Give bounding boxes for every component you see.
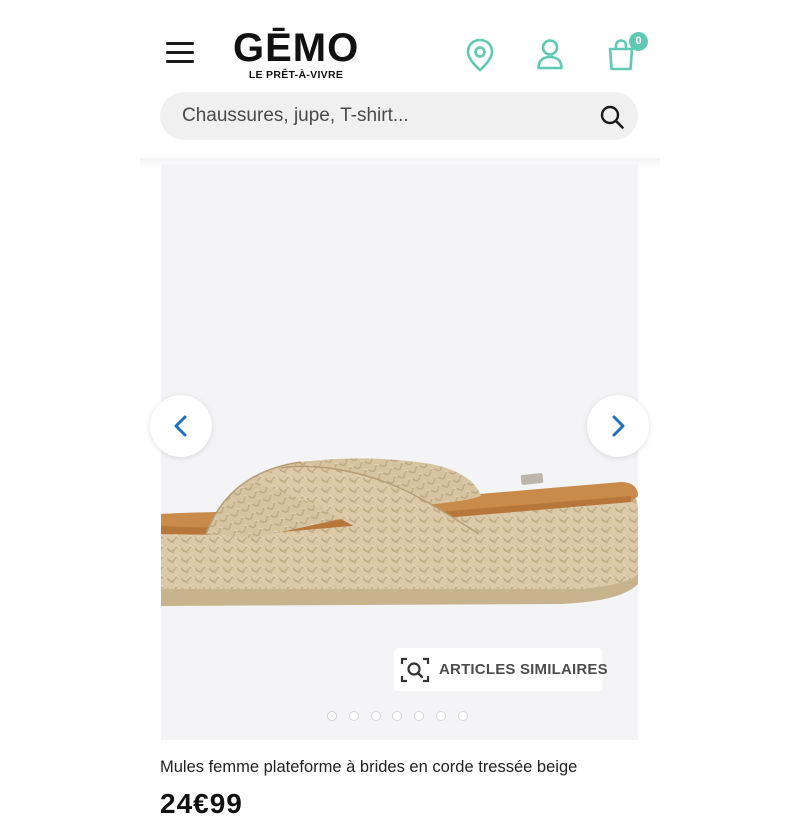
similar-articles-label: ARTICLES SIMILAIRES <box>439 661 608 678</box>
logo-wordmark: GĒMO <box>233 26 360 70</box>
similar-articles-button[interactable]: ARTICLES SIMILAIRES <box>394 648 608 691</box>
product-price: 24€99 <box>160 788 243 819</box>
carousel-dot[interactable] <box>370 711 381 721</box>
carousel-dot[interactable] <box>348 711 359 721</box>
chevron-left-icon <box>174 415 187 437</box>
chevron-right-icon <box>612 415 625 437</box>
menu-line <box>166 42 194 45</box>
user-icon <box>537 39 563 70</box>
search-input[interactable] <box>182 92 582 140</box>
location-pin-icon <box>466 38 494 72</box>
product-title: Mules femme plateforme à brides en corde… <box>160 758 578 776</box>
search-bar <box>160 92 638 140</box>
account-button[interactable] <box>536 38 564 70</box>
previous-image-button[interactable] <box>150 395 212 457</box>
site-logo[interactable]: GĒMO LE PRÊT-À-VIVRE <box>233 26 359 84</box>
logo-tagline: LE PRÊT-À-VIVRE <box>248 69 344 81</box>
search-icon[interactable] <box>599 104 625 130</box>
store-locator-button[interactable] <box>465 38 495 72</box>
carousel-dot[interactable] <box>457 711 468 721</box>
product-image <box>161 458 638 606</box>
cart-count-badge: 0 <box>629 32 648 51</box>
menu-line <box>166 60 194 63</box>
carousel-dot[interactable] <box>327 711 337 721</box>
menu-button[interactable] <box>166 42 194 66</box>
menu-line <box>166 51 194 54</box>
visual-search-icon <box>400 657 430 683</box>
carousel-dot[interactable] <box>436 711 446 721</box>
next-image-button[interactable] <box>587 395 649 457</box>
cart-button[interactable]: 0 <box>607 32 648 72</box>
